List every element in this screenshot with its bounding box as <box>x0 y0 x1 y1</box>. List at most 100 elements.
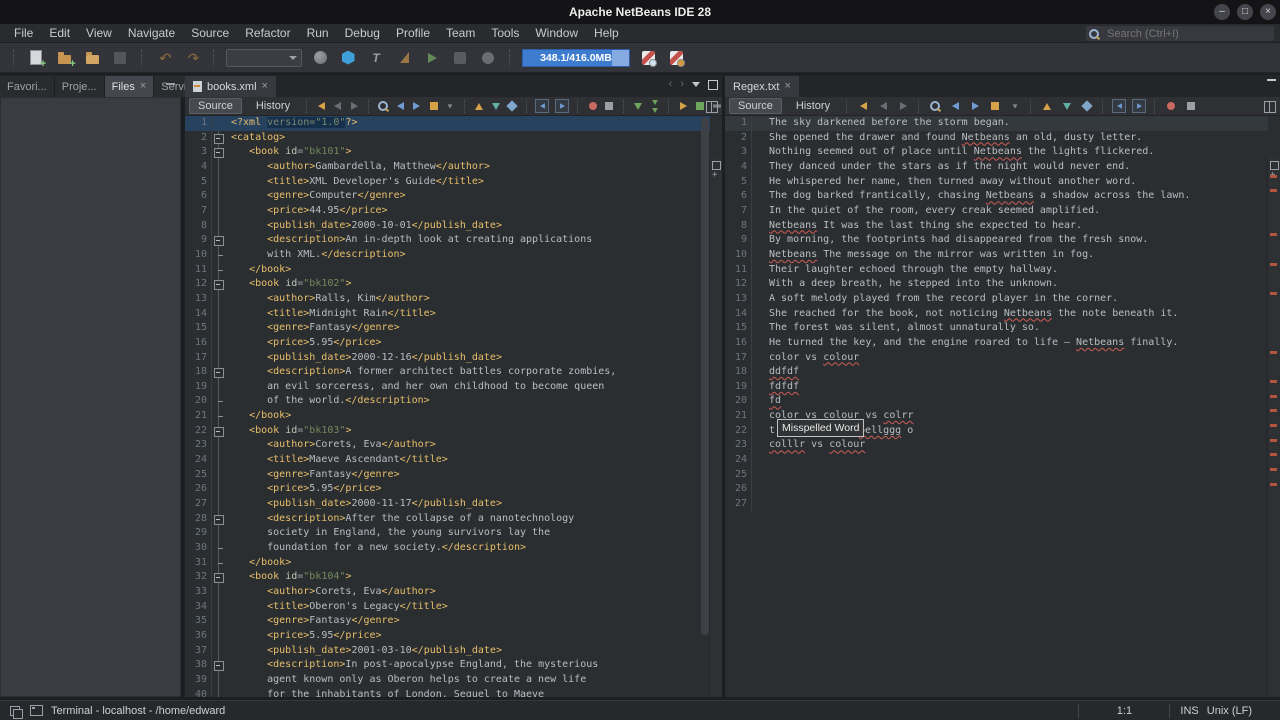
fold-margin[interactable] <box>212 482 226 497</box>
find-next-icon[interactable] <box>411 99 422 113</box>
error-stripe-mark[interactable] <box>1270 483 1277 486</box>
code-line[interactable]: 13 <author>Ralls, Kim</author> <box>185 292 710 307</box>
panel-tab-files[interactable]: Files× <box>105 76 155 97</box>
shift-right-icon[interactable] <box>555 99 569 113</box>
code-line[interactable]: 8Netbeans It was the last thing she expe… <box>725 219 1268 234</box>
toggle-highlight-icon[interactable] <box>428 99 439 113</box>
fold-margin[interactable] <box>212 380 226 395</box>
fold-margin[interactable] <box>212 336 226 351</box>
code-line[interactable]: 3Nothing seemed out of place until Netbe… <box>725 145 1268 160</box>
menu-view[interactable]: View <box>78 24 120 43</box>
fold-margin[interactable] <box>212 263 226 278</box>
profile-project-button[interactable] <box>478 47 498 69</box>
shift-left-icon[interactable] <box>1112 99 1126 113</box>
dropdown-caret-icon[interactable] <box>445 99 456 113</box>
source-view-button[interactable]: Source <box>729 98 782 114</box>
code-line[interactable]: 20 of the world.</description> <box>185 394 710 409</box>
code-line[interactable]: 35 <genre>Fantasy</genre> <box>185 614 710 629</box>
menu-profile[interactable]: Profile <box>388 24 438 43</box>
fold-margin[interactable] <box>212 131 226 146</box>
code-line[interactable]: 27 <box>725 497 1268 512</box>
fold-margin[interactable] <box>212 614 226 629</box>
memory-indicator[interactable]: 348.1/416.0MB <box>522 49 630 67</box>
code-line[interactable]: 37 <publish_date>2001-03-10</publish_dat… <box>185 644 710 659</box>
error-stripe-mark[interactable] <box>1270 233 1277 236</box>
stop-macro-recording-icon[interactable] <box>604 99 615 113</box>
code-line[interactable]: 30 foundation for a new society.</descri… <box>185 541 710 556</box>
maximize-button[interactable]: □ <box>1237 4 1253 20</box>
save-all-button[interactable] <box>110 47 130 69</box>
gc-button[interactable] <box>638 47 658 69</box>
start-macro-recording-icon[interactable] <box>1164 99 1178 113</box>
terminal-icon[interactable] <box>30 705 43 716</box>
code-line[interactable]: 16 <price>5.95</price> <box>185 336 710 351</box>
fold-margin[interactable] <box>212 365 226 380</box>
code-line[interactable]: 17color vs colour <box>725 351 1268 366</box>
code-line[interactable]: 11 </book> <box>185 263 710 278</box>
fold-margin[interactable] <box>212 175 226 190</box>
history-view-button[interactable]: History <box>248 99 298 113</box>
document-list-icon[interactable] <box>692 82 700 87</box>
collapse-fold-icon[interactable] <box>632 99 643 113</box>
code-line[interactable]: 9By morning, the footprints had disappea… <box>725 233 1268 248</box>
title-bar[interactable]: Apache NetBeans IDE 28 – □ × <box>0 0 1280 24</box>
code-line[interactable]: 13A soft melody played from the record p… <box>725 292 1268 307</box>
menu-run[interactable]: Run <box>299 24 337 43</box>
menu-refactor[interactable]: Refactor <box>237 24 298 43</box>
code-line[interactable]: 2She opened the drawer and found Netbean… <box>725 131 1268 146</box>
run-to-cursor-icon[interactable] <box>678 99 689 113</box>
fold-margin[interactable] <box>212 307 226 322</box>
error-stripe-mark[interactable] <box>1270 263 1277 266</box>
new-file-button[interactable] <box>26 47 46 69</box>
panel-tab-proje[interactable]: Proje... <box>55 76 105 97</box>
menu-debug[interactable]: Debug <box>337 24 388 43</box>
code-line[interactable]: 6The dog barked frantically, chasing Net… <box>725 189 1268 204</box>
shift-right-icon[interactable] <box>1132 99 1146 113</box>
code-line[interactable]: 5He whispered her name, then turned away… <box>725 175 1268 190</box>
code-line[interactable]: 40 for the inhabitants of London. Sequel… <box>185 688 710 697</box>
fold-margin[interactable] <box>212 688 226 697</box>
config-combobox[interactable] <box>226 49 302 67</box>
windows-icon[interactable] <box>10 706 20 716</box>
back-icon[interactable] <box>333 99 344 113</box>
history-view-button[interactable]: History <box>788 99 838 113</box>
close-tab-icon[interactable]: × <box>784 81 790 92</box>
find-selection-icon[interactable] <box>928 99 942 113</box>
code-line[interactable]: 32 <book id="bk104"> <box>185 570 710 585</box>
clean-project-button[interactable] <box>394 47 414 69</box>
fold-margin[interactable] <box>212 453 226 468</box>
code-line[interactable]: 15The forest was silent, almost unnatura… <box>725 321 1268 336</box>
fold-margin[interactable] <box>212 277 226 292</box>
previous-bookmark-icon[interactable] <box>473 99 484 113</box>
fold-margin[interactable] <box>212 585 226 600</box>
menu-source[interactable]: Source <box>183 24 237 43</box>
error-stripe-mark[interactable] <box>1270 409 1277 412</box>
code-line[interactable]: 23colllr vs colour <box>725 438 1268 453</box>
code-line[interactable]: 27 <publish_date>2000-11-17</publish_dat… <box>185 497 710 512</box>
code-line[interactable]: 25 <box>725 468 1268 483</box>
next-bookmark-icon[interactable] <box>490 99 501 113</box>
fold-margin[interactable] <box>212 438 226 453</box>
code-line[interactable]: 21 </book> <box>185 409 710 424</box>
fold-margin[interactable] <box>212 468 226 483</box>
code-line[interactable]: 7 <price>44.95</price> <box>185 204 710 219</box>
previous-bookmark-icon[interactable] <box>1040 99 1054 113</box>
status-task-label[interactable]: Terminal - localhost - /home/edward <box>51 705 225 717</box>
start-macro-recording-icon[interactable] <box>587 99 598 113</box>
code-line[interactable]: 34 <title>Oberon's Legacy</title> <box>185 600 710 615</box>
shift-left-icon[interactable] <box>535 99 549 113</box>
code-line[interactable]: 24 <box>725 453 1268 468</box>
toggle-highlight-icon[interactable] <box>988 99 1002 113</box>
code-line[interactable]: 8 <publish_date>2000-10-01</publish_date… <box>185 219 710 234</box>
right-editor-code[interactable]: 1The sky darkened before the storm began… <box>725 116 1268 697</box>
scroll-tabs-right-icon[interactable]: › <box>680 79 684 90</box>
open-project-button[interactable] <box>82 47 102 69</box>
code-line[interactable]: 1<?xml version="1.0"?> <box>185 116 710 131</box>
left-editor-scrollbar[interactable] <box>701 117 709 635</box>
minimize-panel-icon[interactable] <box>166 83 175 85</box>
code-line[interactable]: 12 <book id="bk102"> <box>185 277 710 292</box>
code-line[interactable]: 19fdfdf <box>725 380 1268 395</box>
redo-button[interactable]: ↷ <box>182 47 202 69</box>
code-line[interactable]: 4They danced under the stars as if the n… <box>725 160 1268 175</box>
code-line[interactable]: 6 <genre>Computer</genre> <box>185 189 710 204</box>
